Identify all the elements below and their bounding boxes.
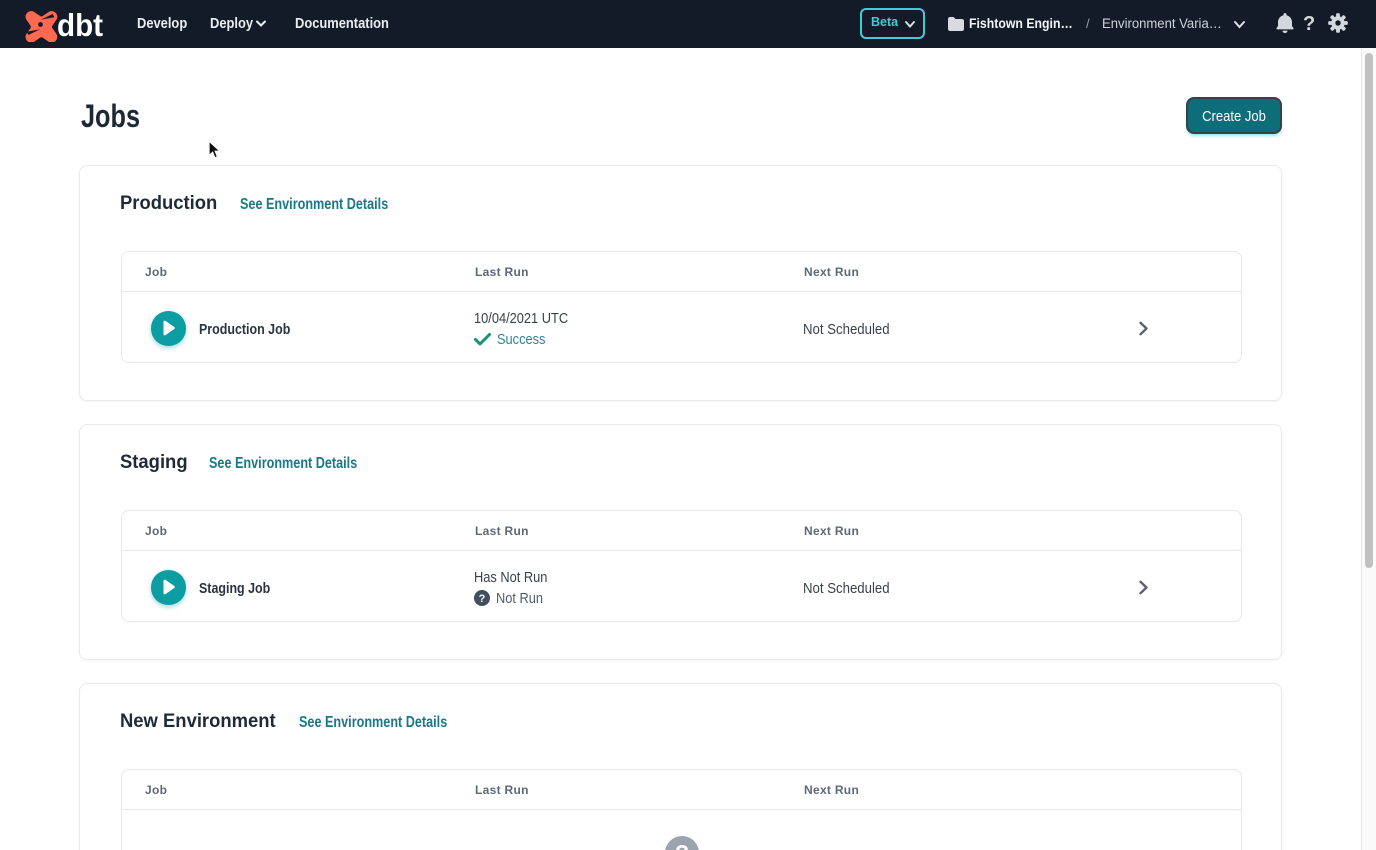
svg-text:?: ? <box>479 593 486 605</box>
